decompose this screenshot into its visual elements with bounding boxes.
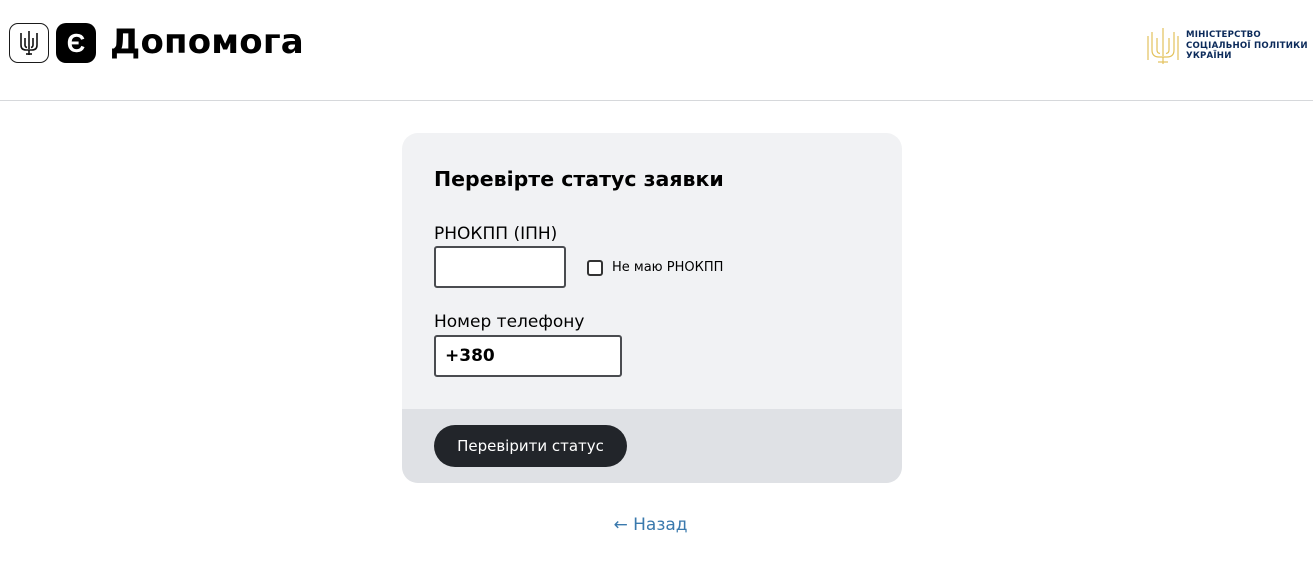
check-status-button[interactable]: Перевірити статус [434,425,627,467]
site-header: Є Допомога Міністерство соціальної політ… [0,0,1313,101]
ministry-logo[interactable]: Міністерство соціальної політики України [1147,26,1308,66]
trident-icon [20,31,38,55]
ministry-name-line3: України [1186,51,1232,62]
ministry-emblem-icon [1147,28,1179,64]
phone-label: Номер телефону [434,312,585,332]
form-footer: Перевірити статус [402,409,902,483]
brand-title[interactable]: Допомога [110,22,304,62]
form-title: Перевірте статус заявки [434,167,724,191]
no-inn-checkbox[interactable] [587,260,603,276]
no-inn-checkbox-label[interactable]: Не маю РНОКПП [612,260,723,276]
inn-input[interactable] [434,246,566,288]
back-link[interactable]: ← Назад [0,514,1301,536]
no-inn-checkbox-row[interactable]: Не маю РНОКПП [587,260,723,276]
status-check-card: Перевірте статус заявки РНОКПП (ІПН) Не … [402,133,902,483]
ministry-name-line2: соціальної політики [1186,40,1308,51]
diia-logo-button[interactable]: Є [56,23,96,63]
trident-logo-button[interactable] [9,23,49,63]
form-body: Перевірте статус заявки РНОКПП (ІПН) Не … [402,133,902,409]
ministry-name-line1: Міністерство [1186,30,1261,41]
inn-label: РНОКПП (ІПН) [434,224,558,244]
phone-input[interactable]: +380 [434,335,622,377]
e-letter-icon: Є [66,28,86,58]
